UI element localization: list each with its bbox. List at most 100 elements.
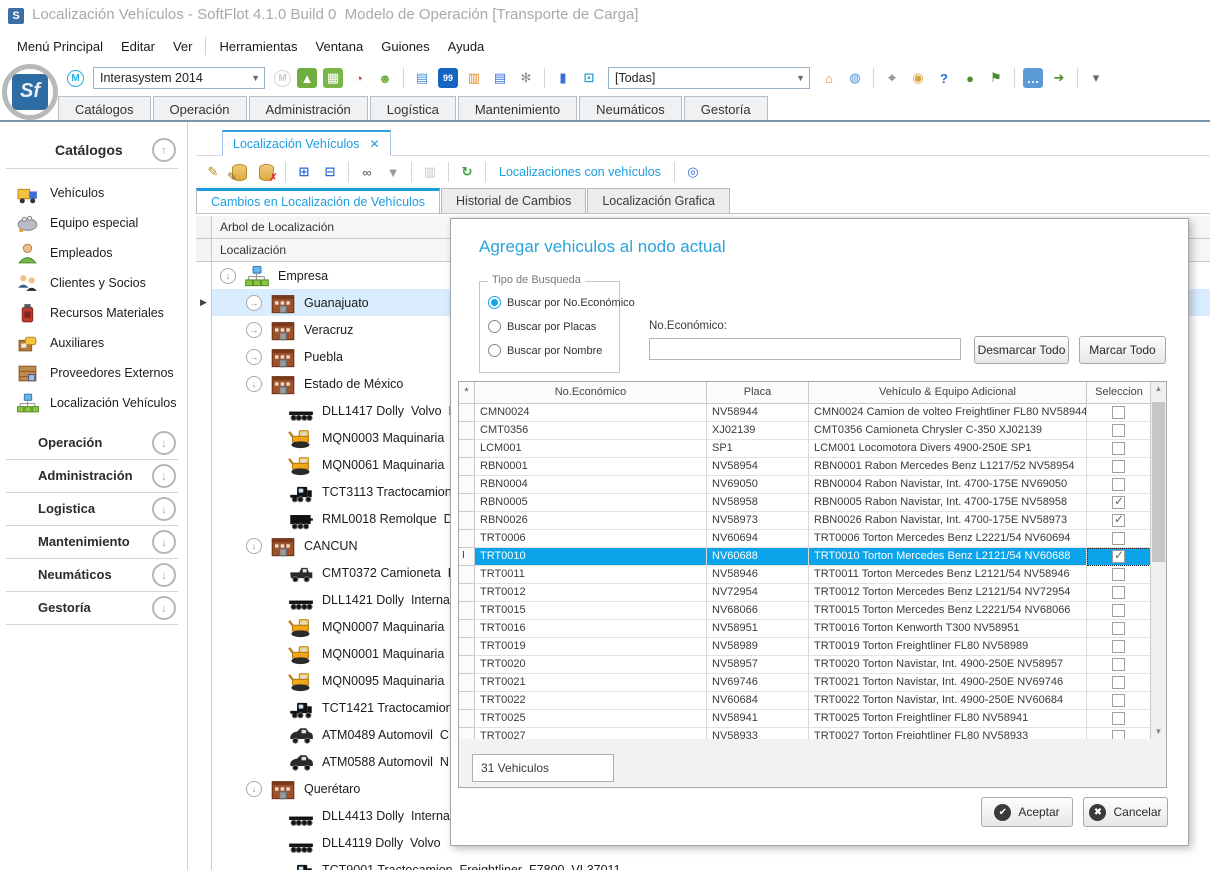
selection-checkbox[interactable] [1112, 622, 1125, 635]
close-tab-icon[interactable]: ✕ [369, 137, 379, 151]
sidebar-section-gestor-a[interactable]: Gestoría↓ [0, 592, 188, 625]
refresh-icon[interactable]: ↻ [457, 162, 477, 182]
subtab-localizaci-n-grafica[interactable]: Localización Grafica [587, 188, 730, 213]
clipboard-icon[interactable]: ▥ [464, 68, 484, 88]
edit-record-icon[interactable]: ✎ [203, 162, 223, 182]
accept-button[interactable]: ✔ Aceptar [981, 797, 1073, 827]
vehicle-row-TRT0027[interactable]: TRT0027NV58933TRT0027 Torton Freightline… [459, 728, 1151, 739]
m-badge-disabled-icon[interactable]: M [274, 70, 291, 87]
selection-checkbox[interactable] [1112, 424, 1125, 437]
database-icon[interactable]: ✎ [232, 164, 247, 181]
collapse-node-icon[interactable]: ↓ [246, 538, 262, 554]
selection-checkbox[interactable] [1112, 586, 1125, 599]
collapse-node-icon[interactable]: ↓ [220, 268, 236, 284]
selection-checkbox[interactable] [1112, 514, 1125, 527]
delete-record-icon[interactable]: ✗ [259, 164, 274, 181]
notebook-icon[interactable]: ▮ [553, 68, 573, 88]
subtab-cambios-en-localizaci-n-de-veh-culos[interactable]: Cambios en Localización de Vehículos [196, 188, 440, 213]
vehicle-row-TRT0010[interactable]: ITRT0010NV60688TRT0010 Torton Mercedes B… [459, 548, 1151, 566]
selection-checkbox[interactable] [1112, 550, 1125, 563]
home-icon[interactable]: ⌂ [819, 68, 839, 88]
sidebar-section-neum-ticos[interactable]: Neumáticos↓ [0, 559, 188, 592]
column-header-1[interactable]: No.Económico [475, 382, 707, 404]
vehicle-row-CMT0356[interactable]: CMT0356XJ02139CMT0356 Camioneta Chrysler… [459, 422, 1151, 440]
m-badge-icon[interactable]: M [67, 70, 84, 87]
sidebar-item-veh-culos[interactable]: Vehículos [0, 178, 188, 208]
collapse-node-icon[interactable]: ↓ [246, 781, 262, 797]
database-upload-icon[interactable]: ▲ [297, 68, 317, 88]
selection-checkbox[interactable] [1112, 460, 1125, 473]
flag-icon[interactable]: ⚑ [986, 68, 1006, 88]
selection-checkbox[interactable] [1112, 496, 1125, 509]
new-document-icon[interactable]: ▤ [412, 68, 432, 88]
overflow-chevron-icon[interactable]: ▾ [1086, 68, 1106, 88]
sidebar-item-auxiliares[interactable]: Auxiliares [0, 328, 188, 358]
selection-checkbox[interactable] [1112, 478, 1125, 491]
users-icon[interactable]: ☻ [375, 68, 395, 88]
selection-checkbox[interactable] [1112, 604, 1125, 617]
sidebar-item-equipo-especial[interactable]: Equipo especial [0, 208, 188, 238]
module-tab-operaci-n[interactable]: Operación [153, 96, 247, 121]
collapse-node-icon[interactable]: ↓ [246, 376, 262, 392]
gauge-icon[interactable]: ◔ [349, 68, 369, 88]
module-tab-gestor-a[interactable]: Gestoría [684, 96, 768, 121]
chat-icon[interactable]: … [1023, 68, 1043, 88]
bug-icon[interactable]: ● [960, 68, 980, 88]
filter-icon[interactable]: ▼ [383, 162, 403, 182]
module-tab-administraci-n[interactable]: Administración [249, 96, 368, 121]
gear-icon[interactable]: ✻ [516, 68, 536, 88]
selection-checkbox[interactable] [1112, 694, 1125, 707]
preview-icon[interactable]: ◎ [683, 162, 703, 182]
vehicle-row-TRT0006[interactable]: TRT0006NV60694TRT0006 Torton Mercedes Be… [459, 530, 1151, 548]
select-all-button[interactable]: Marcar Todo [1079, 336, 1166, 364]
vehicle-row-TRT0016[interactable]: TRT0016NV58951TRT0016 Torton Kenworth T3… [459, 620, 1151, 638]
tree-add-icon[interactable]: ⊞ [294, 162, 314, 182]
vehicle-row-RBN0005[interactable]: RBN0005NV58958RBN0005 Rabon Navistar, In… [459, 494, 1151, 512]
module-tab-mantenimiento[interactable]: Mantenimiento [458, 96, 577, 121]
sidebar-section-administraci-n[interactable]: Administración↓ [0, 460, 188, 493]
vehicle-row-TRT0025[interactable]: TRT0025NV58941TRT0025 Torton Freightline… [459, 710, 1151, 728]
chevron-down-icon[interactable]: ▼ [796, 73, 805, 83]
exit-icon[interactable]: ➜ [1049, 68, 1069, 88]
module-tab-cat-logos[interactable]: Catálogos [58, 96, 151, 121]
menu-ventana[interactable]: Ventana [307, 35, 373, 58]
module-tab-log-stica[interactable]: Logística [370, 96, 456, 121]
radio-button-icon[interactable] [488, 296, 501, 309]
sidebar-item-proveedores-externos[interactable]: Proveedores Externos [0, 358, 188, 388]
expand-node-icon[interactable]: → [246, 349, 262, 365]
vehicle-row-TRT0015[interactable]: TRT0015NV68066TRT0015 Torton Mercedes Be… [459, 602, 1151, 620]
sidebar-item-clientes-y-socios[interactable]: Clientes y Socios [0, 268, 188, 298]
menu-ver[interactable]: Ver [164, 35, 202, 58]
globe-icon[interactable]: ◍ [845, 68, 865, 88]
vehicle-row-TRT0021[interactable]: TRT0021NV69746TRT0021 Torton Navistar, I… [459, 674, 1151, 692]
expand-down-icon[interactable]: ↓ [152, 596, 176, 620]
vehicle-row-TRT0022[interactable]: TRT0022NV60684TRT0022 Torton Navistar, I… [459, 692, 1151, 710]
scrollbar-thumb[interactable] [1152, 402, 1165, 562]
vehicle-row-TRT0019[interactable]: TRT0019NV58989TRT0019 Torton Freightline… [459, 638, 1151, 656]
radio-buscar-por-no-econ-mico[interactable]: Buscar por No.Económico [488, 296, 635, 309]
menu-ayuda[interactable]: Ayuda [439, 35, 494, 58]
selection-checkbox[interactable] [1112, 730, 1125, 739]
vehicle-row-RBN0001[interactable]: RBN0001NV58954RBN0001 Rabon Mercedes Ben… [459, 458, 1151, 476]
column-header-4[interactable]: Seleccion [1087, 382, 1152, 404]
expand-down-icon[interactable]: ↓ [152, 464, 176, 488]
chevron-down-icon[interactable]: ▼ [251, 73, 260, 83]
column-header-3[interactable]: Vehículo & Equipo Adicional [809, 382, 1087, 404]
selection-checkbox[interactable] [1112, 568, 1125, 581]
menu-editar[interactable]: Editar [112, 35, 164, 58]
paste-disabled-icon[interactable]: ▥ [420, 162, 440, 182]
binoculars-icon[interactable]: ∞ [357, 162, 377, 182]
no-economico-input[interactable] [649, 338, 961, 360]
tree-remove-icon[interactable]: ⊟ [320, 162, 340, 182]
selection-checkbox[interactable] [1112, 532, 1125, 545]
expand-node-icon[interactable]: → [246, 295, 262, 311]
report-icon[interactable]: ▤ [490, 68, 510, 88]
vehicle-row-RBN0026[interactable]: RBN0026NV58973RBN0026 Rabon Navistar, In… [459, 512, 1151, 530]
selection-checkbox[interactable] [1112, 712, 1125, 725]
deselect-all-button[interactable]: Desmarcar Todo [974, 336, 1069, 364]
sidebar-item-localizaci-n-veh-culos[interactable]: Localización Vehículos [0, 388, 188, 418]
selection-checkbox[interactable] [1112, 640, 1125, 653]
coins-icon[interactable]: ◉ [908, 68, 928, 88]
expand-down-icon[interactable]: ↓ [152, 563, 176, 587]
wrench-search-icon[interactable]: ⌖ [882, 68, 902, 88]
